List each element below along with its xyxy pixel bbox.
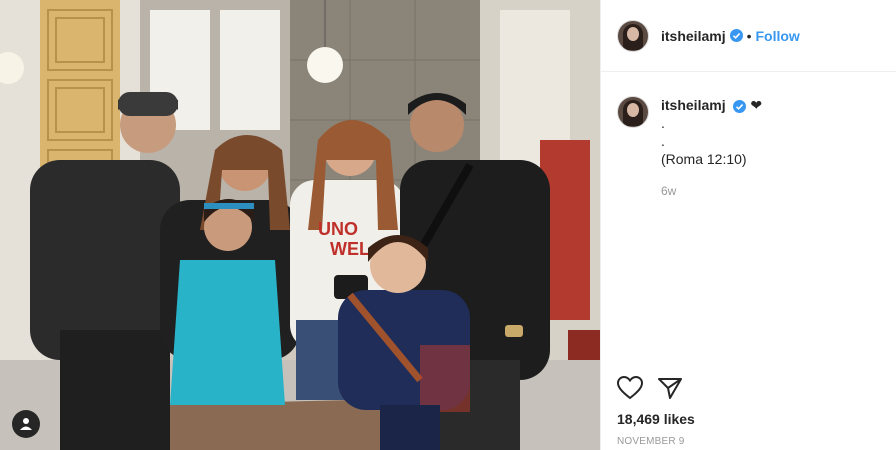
caption-avatar[interactable]: [617, 96, 649, 128]
caption-line: .: [661, 133, 665, 149]
post-photo[interactable]: UNO WEL: [0, 0, 600, 450]
verified-badge-icon: [729, 29, 743, 42]
caption: itsheilamj ❤ . . (Roma 12:10) 6w: [601, 72, 896, 200]
caption-heart-emoji: ❤: [750, 97, 763, 113]
svg-text:UNO: UNO: [318, 219, 358, 239]
caption-line: (Roma 12:10): [661, 151, 747, 167]
user-tag-icon[interactable]: [12, 410, 40, 438]
follow-button[interactable]: Follow: [756, 28, 800, 44]
heart-icon[interactable]: [617, 376, 643, 400]
group-photo-image: UNO WEL: [0, 0, 600, 450]
post-date[interactable]: NOVEMBER 9: [617, 436, 685, 447]
verified-badge-icon: [733, 99, 747, 113]
share-icon[interactable]: [657, 376, 683, 400]
svg-text:WEL: WEL: [330, 239, 370, 259]
caption-line: .: [661, 115, 665, 131]
separator-dot: •: [746, 27, 752, 44]
post-side-panel: itsheilamj • Follow itsheilamj ❤ . . (Ro…: [600, 0, 896, 450]
header-username[interactable]: itsheilamj: [661, 28, 726, 44]
avatar[interactable]: [617, 19, 649, 52]
person-icon: [20, 418, 32, 430]
likes-count[interactable]: 18,469 likes: [617, 411, 695, 427]
time-ago[interactable]: 6w: [661, 182, 762, 200]
action-bar: [617, 376, 683, 400]
caption-username[interactable]: itsheilamj: [661, 97, 726, 113]
post-header: itsheilamj • Follow: [601, 0, 896, 72]
